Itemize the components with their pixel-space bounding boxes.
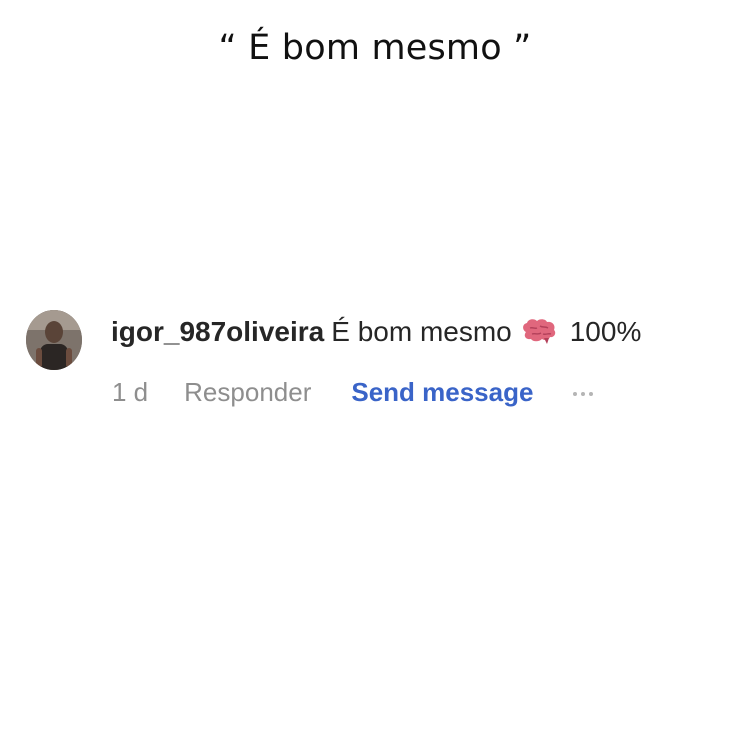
brain-icon — [520, 318, 558, 346]
ellipsis-icon[interactable] — [573, 388, 594, 396]
caption-text: “ É bom mesmo ” — [218, 28, 532, 68]
comment-body: igor_987oliveira É bom mesmo 100% — [111, 312, 641, 352]
comment-percent: 100% — [569, 316, 642, 347]
comment-text: É bom mesmo — [331, 316, 512, 347]
comment-actions: 1 d Responder Send message — [112, 374, 594, 410]
comment-timestamp: 1 d — [112, 376, 149, 407]
send-message-button[interactable]: Send message — [351, 377, 533, 408]
comment: igor_987oliveira É bom mesmo 100% 1 d Re… — [26, 310, 726, 420]
ellipsis-dot — [581, 392, 586, 396]
reply-button[interactable]: Responder — [184, 377, 311, 408]
avatar-image — [26, 310, 82, 370]
avatar[interactable] — [26, 310, 82, 370]
username-link[interactable]: igor_987oliveira — [111, 316, 324, 348]
ellipsis-dot — [573, 392, 578, 396]
ellipsis-dot — [589, 392, 594, 396]
